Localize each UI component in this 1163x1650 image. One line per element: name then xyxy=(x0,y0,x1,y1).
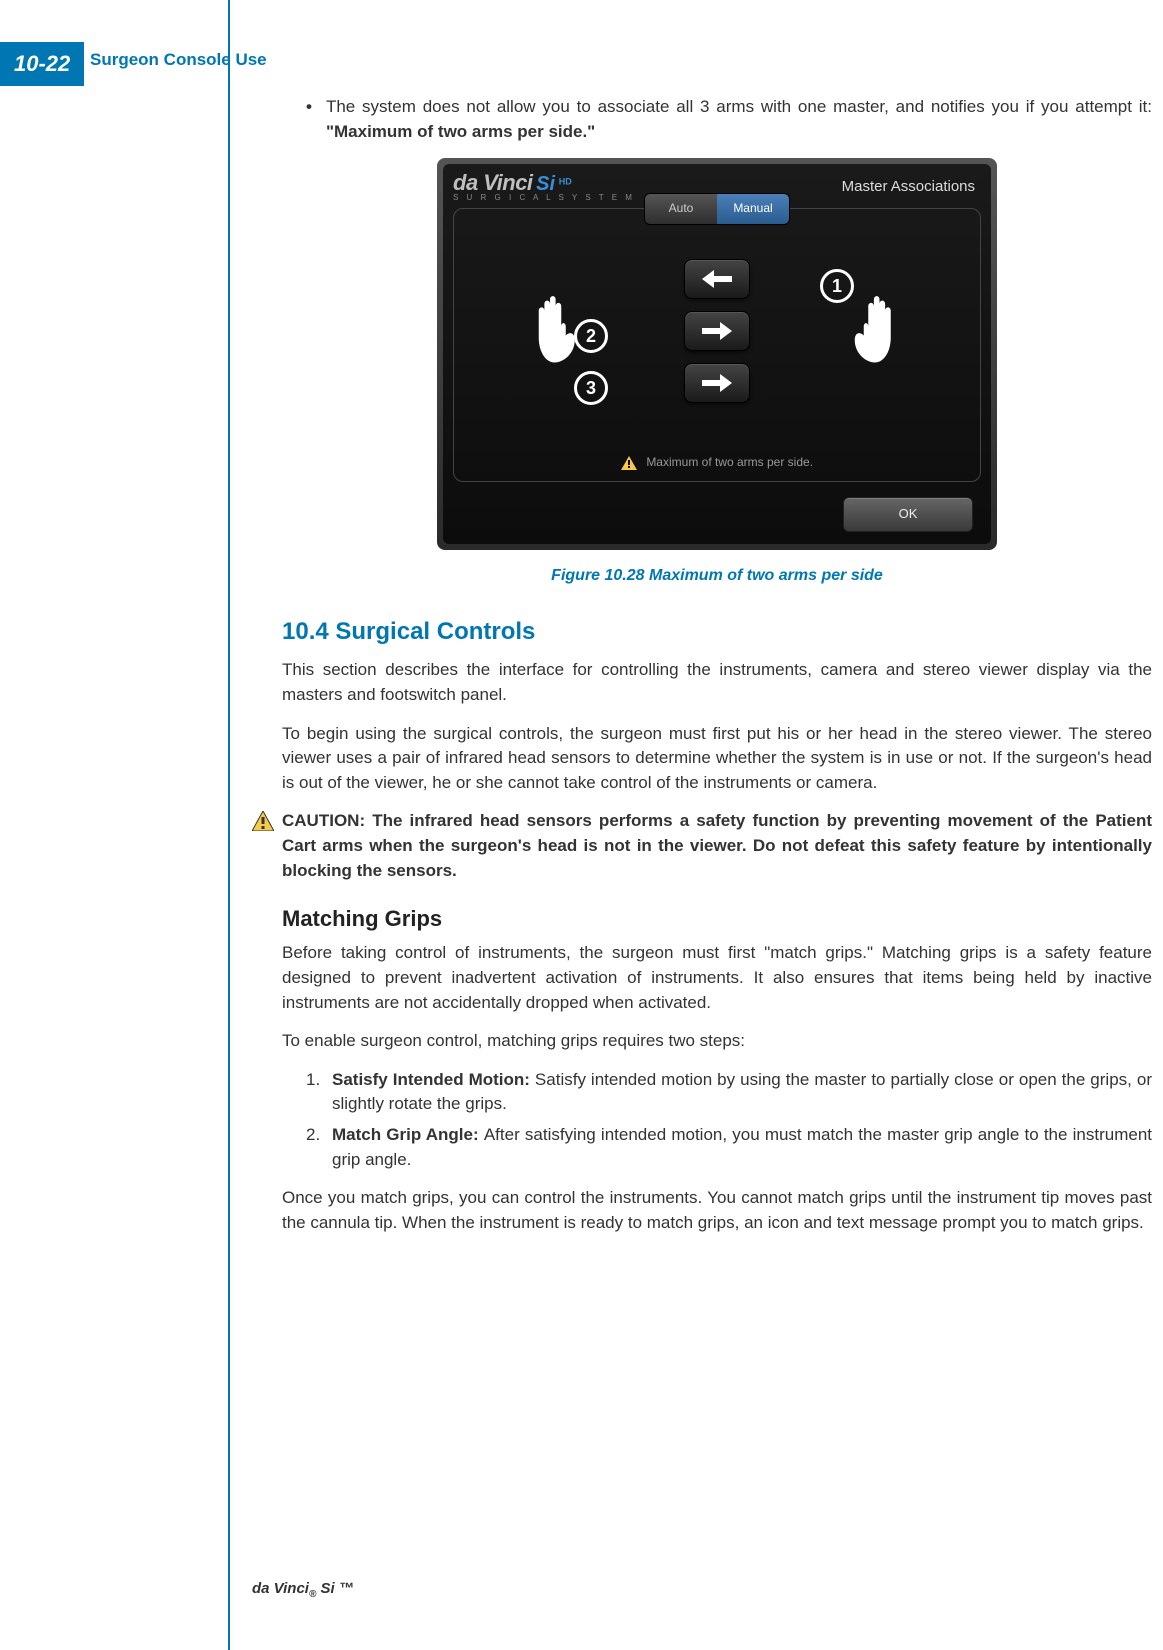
tab-group: Auto Manual xyxy=(644,193,790,224)
tab-auto[interactable]: Auto xyxy=(645,194,717,223)
embedded-screenshot: da Vinci Si HD S U R G I C A L S Y S T E… xyxy=(437,158,997,550)
logo-si: Si xyxy=(536,173,555,195)
step2-bold: Match Grip Angle: xyxy=(332,1125,484,1144)
num-2-badge: 2 xyxy=(574,319,608,353)
para-104a: This section describes the interface for… xyxy=(282,658,1152,707)
associations-panel: Auto Manual xyxy=(453,208,981,482)
page-number-tab: 10-22 xyxy=(0,42,84,86)
footer-b: Si ™ xyxy=(316,1580,354,1597)
warning-icon xyxy=(621,456,637,470)
para-grips-c: Once you match grips, you can control th… xyxy=(282,1186,1152,1235)
figure-caption: Figure 10.28 Maximum of two arms per sid… xyxy=(282,564,1152,587)
list-item: 1. Satisfy Intended Motion: Satisfy inte… xyxy=(306,1068,1152,1117)
logo-block: da Vinci Si HD S U R G I C A L S Y S T E… xyxy=(453,172,635,202)
caution-label: CAUTION: xyxy=(282,811,365,830)
logo-hd: HD xyxy=(559,177,572,187)
bullet-text: The system does not allow you to associa… xyxy=(326,95,1152,144)
arrow-right-button-1[interactable] xyxy=(684,311,750,351)
bullet-marker: • xyxy=(306,95,312,119)
number-badges-left: 2 3 xyxy=(574,319,608,405)
heading-surgical-controls: 10.4 Surgical Controls xyxy=(282,615,1152,650)
para-104b: To begin using the surgical controls, th… xyxy=(282,722,1152,796)
caution-text: CAUTION: The infrared head sensors perfo… xyxy=(282,809,1152,883)
hands-row xyxy=(454,259,980,403)
num-3-badge: 3 xyxy=(574,371,608,405)
logo-subtitle: S U R G I C A L S Y S T E M xyxy=(453,194,635,202)
panel-title: Master Associations xyxy=(842,176,975,198)
logo-main: da Vinci xyxy=(453,170,533,195)
number-badge-right: 1 xyxy=(820,269,854,303)
caution-icon xyxy=(252,811,274,831)
para-grips-a: Before taking control of instruments, th… xyxy=(282,941,1152,1015)
list-body-2: Match Grip Angle: After satisfying inten… xyxy=(332,1123,1152,1172)
list-num-1: 1. xyxy=(306,1068,332,1093)
arrow-right-button-2[interactable] xyxy=(684,363,750,403)
num-1-badge: 1 xyxy=(820,269,854,303)
footer-a: da Vinci xyxy=(252,1580,309,1597)
ok-button[interactable]: OK xyxy=(843,497,973,532)
tab-manual[interactable]: Manual xyxy=(717,194,789,223)
warning-row: Maximum of two arms per side. xyxy=(454,454,980,471)
step1-bold: Satisfy Intended Motion: xyxy=(332,1070,535,1089)
arrow-right-icon xyxy=(702,322,732,340)
section-header: Surgeon Console Use xyxy=(90,48,267,73)
bullet-text-a: The system does not allow you to associa… xyxy=(326,97,1152,116)
arrow-column xyxy=(684,259,750,403)
screenshot-panel: da Vinci Si HD S U R G I C A L S Y S T E… xyxy=(443,164,991,544)
bullet-text-bold: "Maximum of two arms per side." xyxy=(326,122,595,141)
caution-block: CAUTION: The infrared head sensors perfo… xyxy=(252,809,1152,883)
right-hand-icon xyxy=(846,286,922,376)
vertical-divider xyxy=(228,0,230,1650)
caution-body: The infrared head sensors performs a saf… xyxy=(282,811,1152,879)
arrow-left-icon xyxy=(702,270,732,288)
para-grips-b: To enable surgeon control, matching grip… xyxy=(282,1029,1152,1054)
footer-brand: da Vinci® Si ™ xyxy=(252,1578,354,1603)
warning-text: Maximum of two arms per side. xyxy=(646,455,813,469)
ordered-list: 1. Satisfy Intended Motion: Satisfy inte… xyxy=(282,1068,1152,1173)
page-content: • The system does not allow you to assoc… xyxy=(282,95,1152,1250)
arrow-right-icon xyxy=(702,374,732,392)
bullet-item: • The system does not allow you to assoc… xyxy=(282,95,1152,144)
arrow-left-button[interactable] xyxy=(684,259,750,299)
list-num-2: 2. xyxy=(306,1123,332,1148)
heading-matching-grips: Matching Grips xyxy=(282,903,1152,935)
list-item: 2. Match Grip Angle: After satisfying in… xyxy=(306,1123,1152,1172)
list-body-1: Satisfy Intended Motion: Satisfy intende… xyxy=(332,1068,1152,1117)
